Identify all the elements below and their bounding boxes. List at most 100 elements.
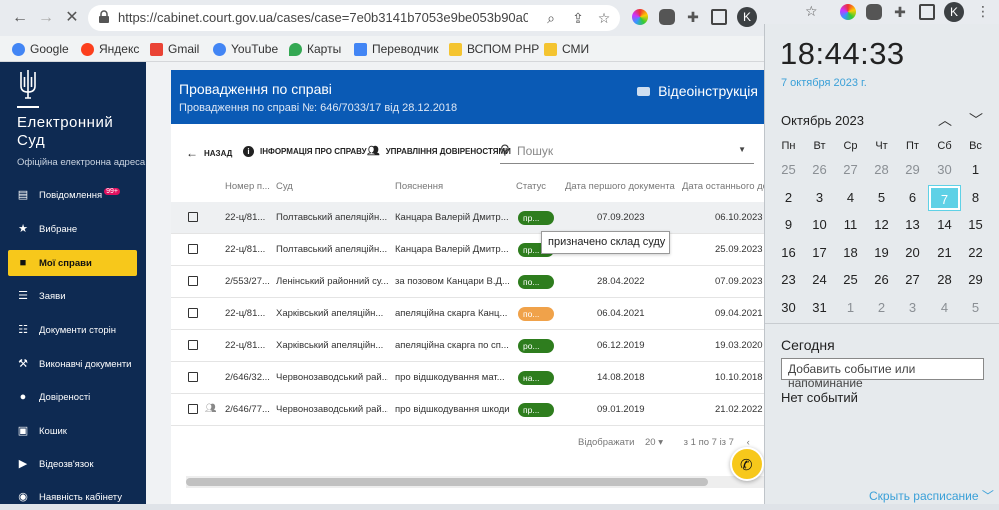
bookmark-gmail[interactable]: Gmail <box>150 40 199 58</box>
calendar-day[interactable]: 5 <box>866 186 897 210</box>
table-row[interactable]: 22-ц/81... Полтавський апеляційн... Канцар… <box>171 234 764 266</box>
sidebar-item-executive-documents[interactable]: ⚒ Виконавчі документи <box>8 351 137 377</box>
calendar-day[interactable]: 12 <box>866 213 897 237</box>
row-checkbox[interactable] <box>188 372 198 382</box>
status-badge[interactable]: ро... <box>518 339 554 353</box>
per-page-select[interactable]: 20 ▾ <box>645 437 663 448</box>
bookmark-star-icon[interactable]: ☆ <box>805 3 818 20</box>
calendar-day[interactable]: 31 <box>804 296 835 320</box>
sidebar-item-proxies[interactable]: ● Довіреності <box>8 384 137 410</box>
row-checkbox[interactable] <box>188 212 198 222</box>
zoom-icon[interactable]: ⌕ <box>542 9 560 27</box>
sidepanel-icon[interactable] <box>711 9 727 25</box>
calendar-day[interactable]: 25 <box>835 268 866 292</box>
sidepanel-icon[interactable] <box>919 4 935 20</box>
color-picker-extension-icon[interactable] <box>632 9 648 25</box>
table-row[interactable]: 👥︎ 2/646/77... Червонозаводський рай... про… <box>171 394 764 426</box>
calendar-day[interactable]: 4 <box>929 296 960 320</box>
calendar-day[interactable]: 16 <box>773 241 804 265</box>
extension-icon[interactable] <box>866 4 882 20</box>
row-checkbox[interactable] <box>188 244 198 254</box>
calendar-day[interactable]: 14 <box>929 213 960 237</box>
calendar-day[interactable]: 8 <box>960 186 991 210</box>
column-header-first-date[interactable]: Дата першого документа <box>565 181 675 192</box>
row-checkbox[interactable] <box>188 276 198 286</box>
sidebar-item-video[interactable]: ▶ Відеозв'язок <box>8 451 137 477</box>
color-picker-extension-icon[interactable] <box>840 4 856 20</box>
scrollbar-thumb[interactable] <box>186 478 708 486</box>
profile-avatar[interactable]: K <box>944 2 964 22</box>
case-info-button[interactable]: i ІНФОРМАЦІЯ ПРО СПРАВУ <box>243 146 367 157</box>
column-header-last-date[interactable]: Дата останнього доку <box>682 181 764 192</box>
horizontal-scrollbar[interactable] <box>186 476 764 488</box>
table-row[interactable]: 22-ц/81... Харківський апеляційн... апеляц… <box>171 298 764 330</box>
calendar-day[interactable]: 26 <box>804 158 835 182</box>
manage-proxies-button[interactable]: 👥︎ УПРАВЛІННЯ ДОВІРЕНОСТЯМИ <box>367 146 511 157</box>
bookmark-translate[interactable]: Переводчик <box>354 40 439 58</box>
calendar-day[interactable]: 30 <box>773 296 804 320</box>
calendar-day[interactable]: 13 <box>897 213 928 237</box>
profile-avatar[interactable]: K <box>737 7 757 27</box>
calendar-day[interactable]: 15 <box>960 213 991 237</box>
calendar-day[interactable]: 3 <box>897 296 928 320</box>
column-header-number[interactable]: Номер п... <box>225 181 270 192</box>
calendar-day[interactable]: 24 <box>804 268 835 292</box>
bookmark-youtube[interactable]: YouTube <box>213 40 278 58</box>
puzzle-icon[interactable]: ✚ <box>685 9 701 25</box>
calendar-day[interactable]: 25 <box>773 158 804 182</box>
bookmark-folder-smi[interactable]: СМИ <box>544 40 589 58</box>
sidebar-item-cart[interactable]: ▣ Кошик <box>8 418 137 444</box>
status-badge[interactable]: пр... <box>518 403 554 417</box>
row-checkbox[interactable] <box>188 340 198 350</box>
menu-dots-icon[interactable]: ⋮ <box>976 3 990 20</box>
address-bar[interactable]: https://cabinet.court.gov.ua/cases/case=… <box>88 5 620 31</box>
calendar-day[interactable]: 3 <box>804 186 835 210</box>
dropdown-caret-icon[interactable]: ▼ <box>738 145 746 154</box>
table-row[interactable]: 2/553/27... Ленінський районний су... за п… <box>171 266 764 298</box>
calendar-day[interactable]: 27 <box>897 268 928 292</box>
table-row[interactable]: 22-ц/81... Харківський апеляційн... апеляц… <box>171 330 764 362</box>
forward-arrow-icon[interactable]: → <box>36 8 56 28</box>
bookmark-yandex[interactable]: Яндекс <box>81 40 139 58</box>
calendar-day[interactable]: 17 <box>804 241 835 265</box>
column-header-note[interactable]: Пояснення <box>395 181 443 192</box>
calendar-day[interactable]: 10 <box>804 213 835 237</box>
calendar-day[interactable]: 30 <box>929 158 960 182</box>
calendar-day[interactable]: 29 <box>897 158 928 182</box>
sidebar-item-applications[interactable]: ☰ Заяви <box>8 283 137 309</box>
sidebar-item-party-documents[interactable]: ☷ Документи сторін <box>8 317 137 343</box>
status-badge[interactable]: пр... <box>518 211 554 225</box>
bookmark-google[interactable]: Google <box>12 40 69 58</box>
prev-month-icon[interactable]: ︿ <box>938 110 952 130</box>
calendar-day[interactable]: 20 <box>897 241 928 265</box>
back-button[interactable]: ← НАЗАД <box>186 146 232 160</box>
calendar-day[interactable]: 9 <box>773 213 804 237</box>
table-row[interactable]: 2/646/32... Червонозаводський рай... про в… <box>171 362 764 394</box>
calendar-day[interactable]: 19 <box>866 241 897 265</box>
share-icon[interactable]: ⇪ <box>569 9 587 27</box>
column-header-court[interactable]: Суд <box>276 181 293 192</box>
calendar-day[interactable]: 27 <box>835 158 866 182</box>
bookmark-maps[interactable]: Карты <box>289 40 341 58</box>
back-arrow-icon[interactable]: ← <box>10 8 30 28</box>
calendar-day[interactable]: 28 <box>929 268 960 292</box>
clock-date[interactable]: 7 октября 2023 г. <box>781 77 867 89</box>
column-header-status[interactable]: Статус <box>516 181 546 192</box>
hide-schedule-link[interactable]: Скрыть расписание ﹀ <box>869 487 994 504</box>
table-row[interactable]: 22-ц/81... Полтавський апеляційн... Канцар… <box>171 202 764 234</box>
calendar-day[interactable]: 28 <box>866 158 897 182</box>
call-support-button[interactable]: ✆ <box>730 447 764 481</box>
sidebar-item-favorites[interactable]: ★ Вибране <box>8 216 137 242</box>
calendar-day[interactable]: 21 <box>929 241 960 265</box>
calendar-day[interactable]: 1 <box>835 296 866 320</box>
video-instruction-link[interactable]: Відеоінструкція <box>637 83 758 99</box>
status-badge[interactable]: по... <box>518 307 554 321</box>
calendar-day[interactable]: 6 <box>897 186 928 210</box>
search-input[interactable]: ⚲ Пошук ▼ <box>500 140 754 164</box>
calendar-month[interactable]: Октябрь 2023 <box>781 113 864 128</box>
calendar-day[interactable]: 1 <box>960 158 991 182</box>
calendar-day[interactable]: 11 <box>835 213 866 237</box>
status-badge[interactable]: на... <box>518 371 554 385</box>
sidebar-item-my-cases[interactable]: ■ Мої справи <box>8 250 137 276</box>
extension-icon[interactable] <box>659 9 675 25</box>
